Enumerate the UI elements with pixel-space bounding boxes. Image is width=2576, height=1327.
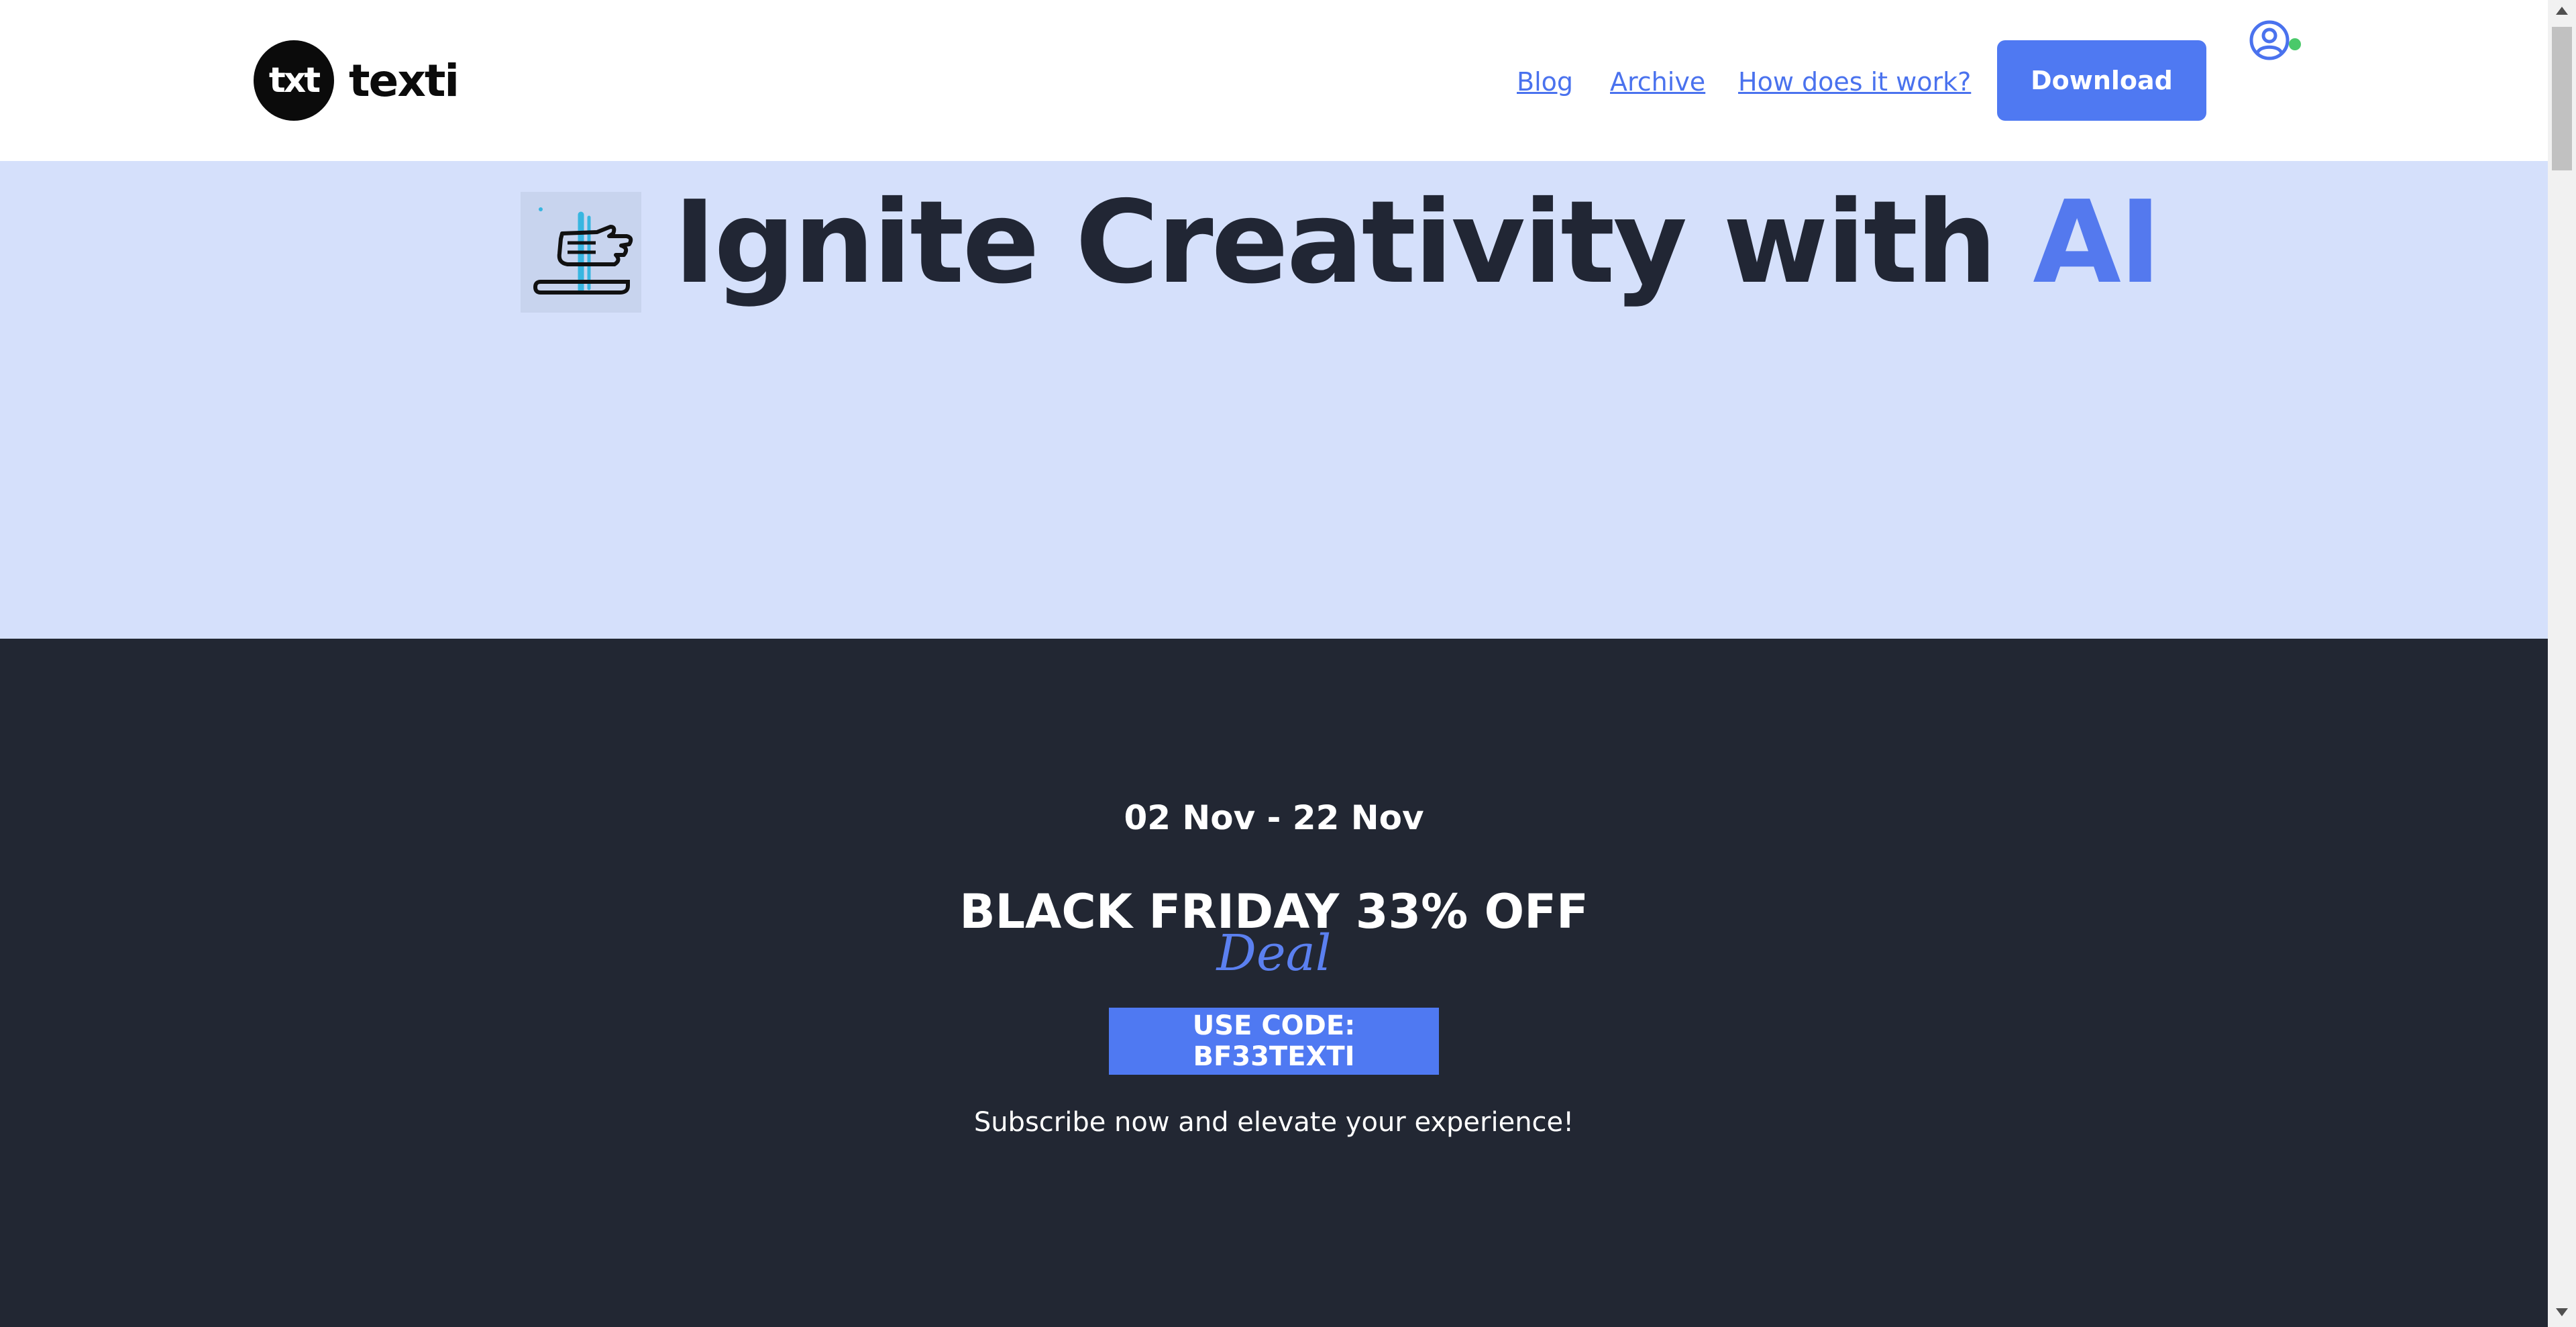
scroll-up-arrow-icon[interactable] bbox=[2556, 7, 2568, 15]
writing-hand-icon bbox=[521, 192, 641, 313]
online-status-dot bbox=[2289, 38, 2301, 50]
scroll-down-arrow-icon[interactable] bbox=[2556, 1308, 2568, 1316]
page-scrollbar[interactable] bbox=[2548, 0, 2576, 1327]
download-button[interactable]: Download bbox=[1997, 40, 2206, 121]
promo-date-range: 02 Nov - 22 Nov bbox=[1124, 798, 1424, 837]
main-nav: Blog Archive How does it work? Download bbox=[0, 40, 2548, 121]
page: txt texti Blog Archive How does it work?… bbox=[0, 0, 2576, 1327]
hero-title-accent: AI bbox=[2033, 176, 2161, 309]
hero-title: Ignite Creativity with AI bbox=[674, 176, 2161, 310]
nav-link-how-it-works[interactable]: How does it work? bbox=[1738, 67, 1971, 97]
site-header: txt texti Blog Archive How does it work?… bbox=[0, 0, 2548, 161]
promo-deal-script: Deal bbox=[1216, 924, 1332, 982]
nav-link-archive[interactable]: Archive bbox=[1610, 67, 1705, 97]
promo-code-button[interactable]: USE CODE: BF33TEXTI bbox=[1109, 1008, 1439, 1075]
user-circle-icon[interactable] bbox=[2248, 19, 2291, 62]
hero-title-main: Ignite Creativity with bbox=[674, 176, 2033, 309]
promo-subtitle: Subscribe now and elevate your experienc… bbox=[973, 1107, 1574, 1138]
scrollbar-thumb[interactable] bbox=[2552, 27, 2572, 170]
nav-link-blog[interactable]: Blog bbox=[1517, 67, 1573, 97]
promo-section bbox=[0, 639, 2548, 1327]
